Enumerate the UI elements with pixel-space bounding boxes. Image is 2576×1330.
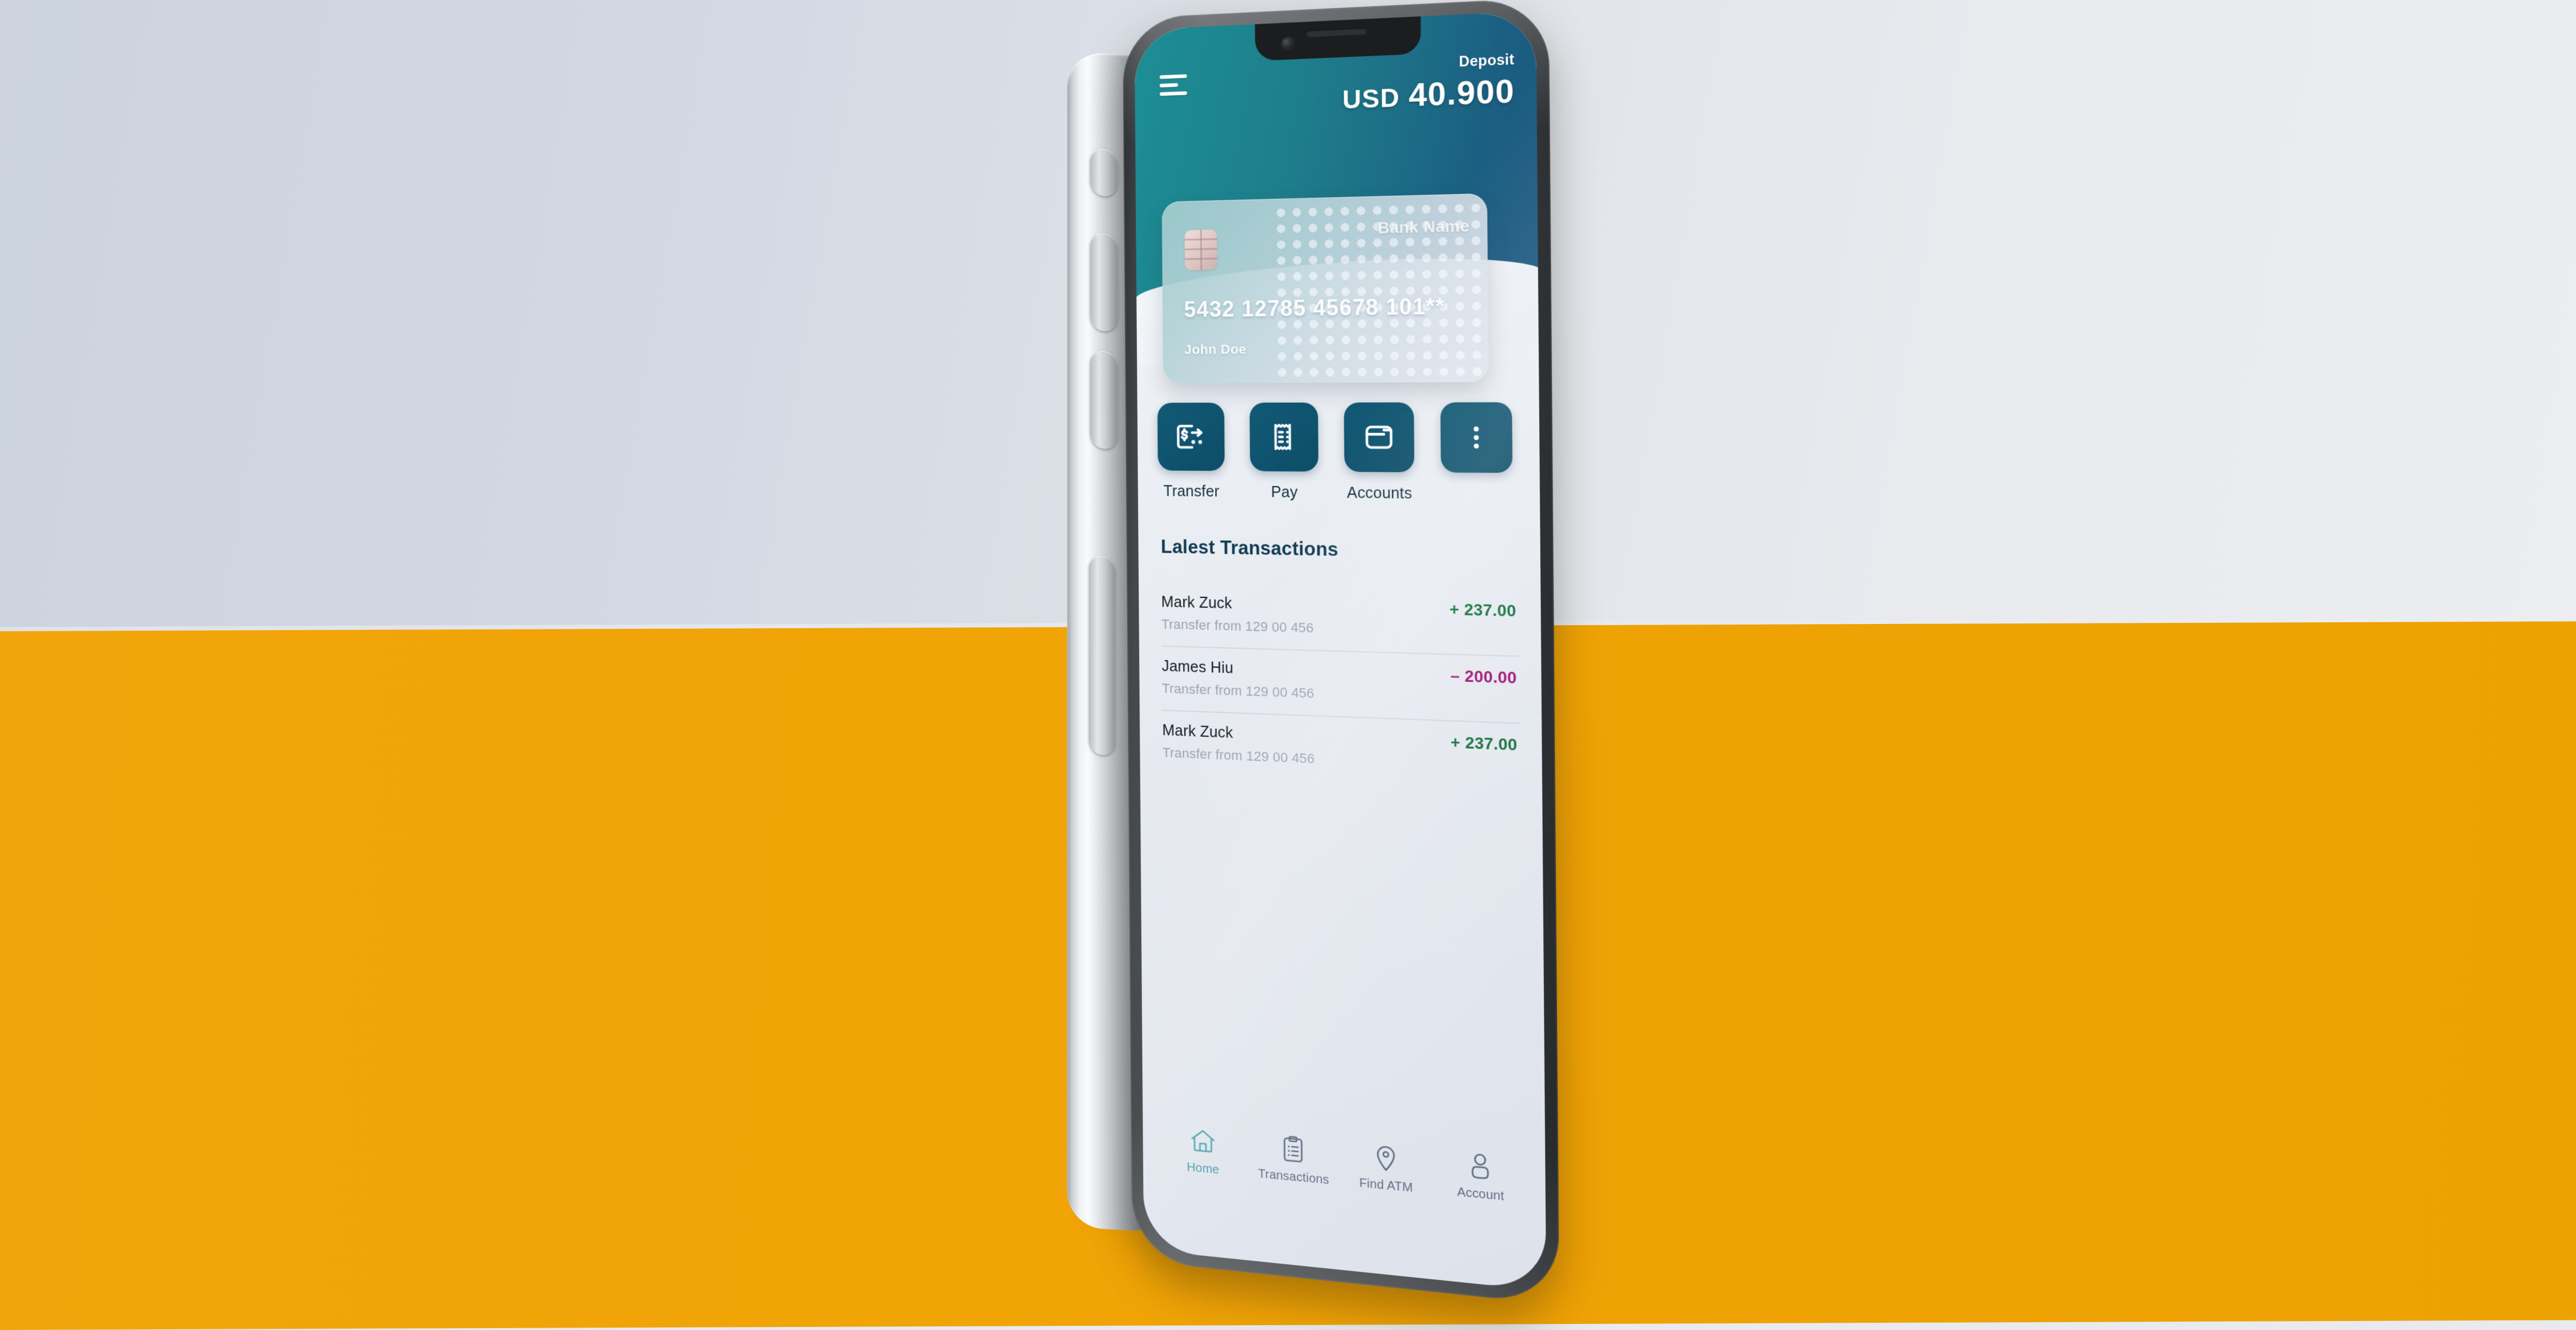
- pay-tile[interactable]: [1249, 402, 1319, 472]
- hamburger-line-1: [1159, 74, 1187, 80]
- receipt-bill-icon: [1265, 418, 1303, 456]
- action-pay[interactable]: Pay: [1249, 402, 1319, 514]
- clipboard-list-icon: [1279, 1133, 1308, 1165]
- transaction-amount: + 237.00: [1450, 733, 1517, 754]
- front-camera-icon: [1282, 37, 1294, 50]
- nav-item-transactions[interactable]: Transactions: [1253, 1131, 1334, 1188]
- card-number: 5432 12785 45678 101**: [1183, 293, 1446, 323]
- wallet-card-icon: [1359, 418, 1399, 456]
- transaction-amount: + 237.00: [1449, 599, 1517, 620]
- transaction-detail: Transfer from 129 00 456: [1161, 616, 1314, 636]
- card-bank-name: Bank Name: [1378, 216, 1470, 238]
- nav-label-home: Home: [1186, 1160, 1220, 1177]
- volume-up-button[interactable]: [1090, 232, 1118, 333]
- phone-screen: Deposit USD 40.900 Bank Name 5432 12785 4…: [1134, 11, 1546, 1291]
- nav-label-account: Account: [1456, 1185, 1505, 1204]
- action-accounts[interactable]: Accounts: [1344, 402, 1415, 514]
- balance-block: Deposit USD 40.900: [1342, 51, 1515, 117]
- card-chip-icon: [1184, 229, 1218, 271]
- user-icon: [1465, 1150, 1496, 1183]
- action-more[interactable]: [1440, 402, 1513, 516]
- hamburger-line-2: [1159, 83, 1179, 88]
- credit-card[interactable]: Bank Name 5432 12785 45678 101** John Do…: [1162, 193, 1489, 383]
- money-transfer-icon: [1173, 418, 1210, 456]
- phone-mockup: Deposit USD 40.900 Bank Name 5432 12785 4…: [1067, 0, 1560, 1305]
- balance-currency: USD: [1342, 83, 1400, 115]
- earpiece-speaker: [1306, 27, 1367, 37]
- action-label-transfer: Transfer: [1163, 482, 1220, 500]
- nav-label-transactions: Transactions: [1258, 1167, 1329, 1187]
- power-button[interactable]: [1089, 554, 1115, 757]
- nav-item-home[interactable]: Home: [1164, 1123, 1242, 1179]
- nav-item-find-atm[interactable]: Find ATM: [1345, 1139, 1427, 1197]
- accounts-tile[interactable]: [1344, 402, 1415, 473]
- table-row[interactable]: Mark Zuck Transfer from 129 00 456 + 237…: [1161, 582, 1519, 657]
- more-tile[interactable]: [1440, 402, 1513, 473]
- display-notch: [1255, 12, 1422, 61]
- volume-down-button[interactable]: [1090, 349, 1118, 450]
- transaction-amount: – 200.00: [1450, 666, 1517, 687]
- transactions-section-title: Lalest Transactions: [1160, 535, 1339, 561]
- table-row[interactable]: Mark Zuck Transfer from 129 00 456 + 237…: [1162, 711, 1520, 790]
- transactions-list: Mark Zuck Transfer from 129 00 456 + 237…: [1161, 582, 1520, 790]
- bottom-navigation-bar: Home Transactions Find ATM Account: [1143, 1121, 1546, 1252]
- phone-frame: Deposit USD 40.900 Bank Name 5432 12785 4…: [1123, 0, 1560, 1305]
- action-transfer[interactable]: Transfer: [1157, 402, 1225, 512]
- map-pin-icon: [1371, 1141, 1401, 1174]
- action-label-pay: Pay: [1271, 484, 1298, 502]
- card-holder-name: John Doe: [1184, 341, 1247, 358]
- transfer-tile[interactable]: [1157, 402, 1225, 471]
- silent-switch-button[interactable]: [1090, 147, 1118, 198]
- scene-root: Deposit USD 40.900 Bank Name 5432 12785 4…: [0, 0, 2576, 1330]
- hamburger-menu-icon[interactable]: [1159, 72, 1189, 98]
- nav-label-find-atm: Find ATM: [1359, 1176, 1413, 1195]
- more-icon: [1473, 426, 1479, 449]
- balance-amount: USD 40.900: [1342, 72, 1515, 116]
- hamburger-line-3: [1159, 91, 1188, 96]
- quick-actions-row: Transfer Pay Accounts: [1157, 402, 1546, 516]
- balance-value: 40.900: [1408, 73, 1515, 114]
- action-label-accounts: Accounts: [1347, 484, 1412, 503]
- home-icon: [1188, 1126, 1217, 1158]
- nav-item-account[interactable]: Account: [1439, 1147, 1523, 1206]
